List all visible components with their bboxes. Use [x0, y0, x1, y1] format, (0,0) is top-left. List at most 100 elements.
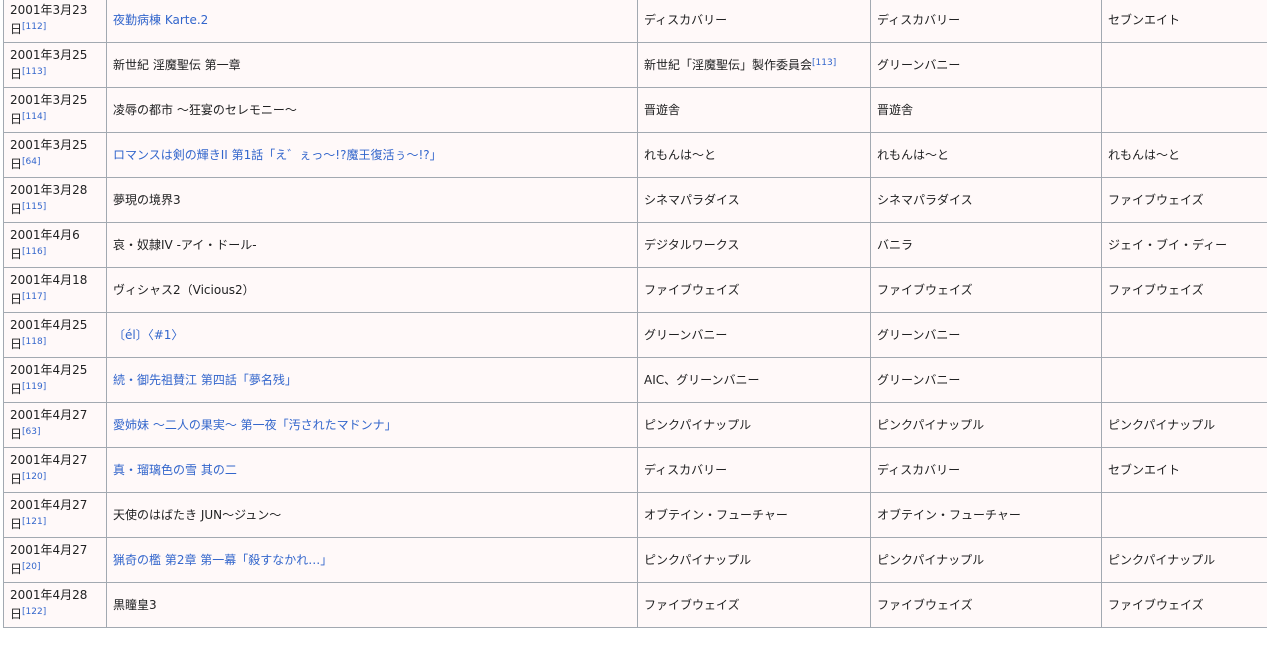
release-date-suffix: 日	[10, 22, 23, 36]
title-link[interactable]: 愛姉妹 〜二人の果実〜 第一夜「汚されたマドンナ」	[113, 418, 397, 432]
title-text: 新世紀 淫魔聖伝 第一章	[113, 57, 241, 72]
citation-link[interactable]: [113]	[22, 67, 46, 77]
release-date-cell: 2001年4月25 日[119]	[3, 357, 107, 403]
distributor-text: セブンエイト	[1108, 12, 1181, 27]
title-link[interactable]: 〔él〕〈#1〉	[113, 328, 183, 342]
title-text: ヴィシャス2（Vicious2）	[113, 282, 255, 297]
title-link[interactable]: 猟奇の檻 第2章 第一幕「殺すなかれ…」	[113, 553, 332, 567]
distributor-cell: ファイブウェイズ	[1101, 267, 1267, 313]
distributor-text: ファイブウェイズ	[1108, 597, 1204, 612]
distributor-text: れもんは〜と	[1108, 147, 1181, 162]
production-text: ディスカバリー	[644, 12, 728, 27]
title-link[interactable]: ロマンスは剣の輝きII 第1話「え゛ぇっ〜!?魔王復活ぅ〜!?」	[113, 148, 442, 162]
brand-cell: ピンクパイナップル	[870, 402, 1102, 448]
title-cell: 続・御先祖賛江 第四話「夢名残」	[106, 357, 638, 403]
production-cell: オブテイン・フューチャー	[637, 492, 871, 538]
release-table-body: 2001年3月23 日[112] 夜勤病棟 Karte.2 ディスカバリー ディスカバリ…	[3, 0, 1267, 628]
production-text: オブテイン・フューチャー	[644, 507, 788, 522]
release-date-cell: 2001年4月28 日[122]	[3, 582, 107, 628]
table-row: 2001年4月28 日[122] 黒瞳皇3 ファイブウェイズ ファイブウェイズ ファイブウ…	[3, 582, 1267, 628]
production-text: ファイブウェイズ	[644, 597, 740, 612]
brand-text: 晋遊舎	[877, 102, 914, 117]
brand-cell: ディスカバリー	[870, 447, 1102, 493]
distributor-cell	[1101, 357, 1267, 403]
release-date-cell: 2001年4月27 日[121]	[3, 492, 107, 538]
distributor-text: セブンエイト	[1108, 462, 1181, 477]
citation-link[interactable]: [120]	[22, 472, 46, 482]
title-cell: 猟奇の檻 第2章 第一幕「殺すなかれ…」	[106, 537, 638, 583]
citation-link[interactable]: [119]	[22, 382, 46, 392]
production-cell: デジタルワークス	[637, 222, 871, 268]
title-link[interactable]: 続・御先祖賛江 第四話「夢名残」	[113, 373, 297, 387]
distributor-text: ピンクパイナップル	[1108, 552, 1216, 567]
release-date-cell: 2001年4月18 日[117]	[3, 267, 107, 313]
distributor-cell: ジェイ・ブイ・ディー	[1101, 222, 1267, 268]
release-date-suffix: 日	[10, 67, 23, 81]
title-text: 黒瞳皇3	[113, 597, 157, 612]
citation-link[interactable]: [20]	[22, 562, 40, 572]
distributor-cell: セブンエイト	[1101, 0, 1267, 43]
title-text: 夢現の境界3	[113, 192, 181, 207]
citation-link[interactable]: [115]	[22, 202, 46, 212]
distributor-cell: セブンエイト	[1101, 447, 1267, 493]
production-text: グリーンバニー	[644, 327, 728, 342]
citation-link[interactable]: [116]	[22, 247, 46, 257]
title-text: 凌辱の都市 〜狂宴のセレモニー〜	[113, 102, 297, 117]
citation-link[interactable]: [112]	[22, 22, 46, 32]
release-date: 2001年3月25	[10, 138, 88, 152]
release-date-cell: 2001年3月23 日[112]	[3, 0, 107, 43]
distributor-cell: れもんは〜と	[1101, 132, 1267, 178]
brand-text: シネマパラダイス	[877, 192, 973, 207]
citation-link[interactable]: [64]	[22, 157, 40, 167]
table-row: 2001年3月25 日[114] 凌辱の都市 〜狂宴のセレモニー〜 晋遊舎 晋遊舎	[3, 87, 1267, 133]
production-cell: AIC、グリーンバニー	[637, 357, 871, 403]
title-cell: 夢現の境界3	[106, 177, 638, 223]
production-text: れもんは〜と	[644, 147, 717, 162]
release-date: 2001年3月28	[10, 183, 88, 197]
brand-text: グリーンバニー	[877, 327, 961, 342]
release-date: 2001年4月18	[10, 273, 88, 287]
citation-link[interactable]: [118]	[22, 337, 46, 347]
release-date-cell: 2001年3月25 日[113]	[3, 42, 107, 88]
citation-link[interactable]: [117]	[22, 292, 46, 302]
table-row: 2001年3月23 日[112] 夜勤病棟 Karte.2 ディスカバリー ディスカバリ…	[3, 0, 1267, 43]
production-text: 晋遊舎	[644, 102, 681, 117]
release-date: 2001年4月27	[10, 498, 88, 512]
release-date-cell: 2001年3月25 日[64]	[3, 132, 107, 178]
table-row: 2001年4月27 日[20] 猟奇の檻 第2章 第一幕「殺すなかれ…」 ピンクパイナ…	[3, 537, 1267, 583]
table-row: 2001年3月28 日[115] 夢現の境界3 シネマパラダイス シネマパラダイス ファイ…	[3, 177, 1267, 223]
title-link[interactable]: 真・瑠璃色の雪 其の二	[113, 463, 237, 477]
production-text: ディスカバリー	[644, 462, 728, 477]
brand-cell: シネマパラダイス	[870, 177, 1102, 223]
release-date-cell: 2001年4月27 日[63]	[3, 402, 107, 448]
release-date: 2001年4月27	[10, 543, 88, 557]
brand-cell: ピンクパイナップル	[870, 537, 1102, 583]
distributor-cell	[1101, 87, 1267, 133]
citation-link[interactable]: [122]	[22, 607, 46, 617]
release-date: 2001年4月27	[10, 453, 88, 467]
title-cell: 〔él〕〈#1〉	[106, 312, 638, 358]
table-row: 2001年4月27 日[121] 天使のはばたき JUN〜ジュン〜 オブテイン・フュー…	[3, 492, 1267, 538]
distributor-cell: ファイブウェイズ	[1101, 177, 1267, 223]
distributor-cell: ピンクパイナップル	[1101, 402, 1267, 448]
brand-text: ファイブウェイズ	[877, 597, 973, 612]
citation-link[interactable]: [121]	[22, 517, 46, 527]
release-date: 2001年4月25	[10, 363, 88, 377]
citation-link[interactable]: [113]	[812, 58, 836, 68]
production-text: ピンクパイナップル	[644, 552, 752, 567]
citation-link[interactable]: [63]	[22, 427, 40, 437]
brand-text: ディスカバリー	[877, 12, 961, 27]
release-date: 2001年4月28	[10, 588, 88, 602]
title-text: 天使のはばたき JUN〜ジュン〜	[113, 507, 282, 522]
brand-text: グリーンバニー	[877, 372, 961, 387]
distributor-cell: ファイブウェイズ	[1101, 582, 1267, 628]
table-row: 2001年4月25 日[118] 〔él〕〈#1〉 グリーンバニー グリーンバニー	[3, 312, 1267, 358]
distributor-text: ジェイ・ブイ・ディー	[1108, 237, 1228, 252]
title-cell: 新世紀 淫魔聖伝 第一章	[106, 42, 638, 88]
release-date-suffix: 日	[10, 292, 23, 306]
title-cell: 夜勤病棟 Karte.2	[106, 0, 638, 43]
citation-link[interactable]: [114]	[22, 112, 46, 122]
title-link[interactable]: 夜勤病棟 Karte.2	[113, 13, 208, 27]
production-cell: グリーンバニー	[637, 312, 871, 358]
brand-cell: れもんは〜と	[870, 132, 1102, 178]
